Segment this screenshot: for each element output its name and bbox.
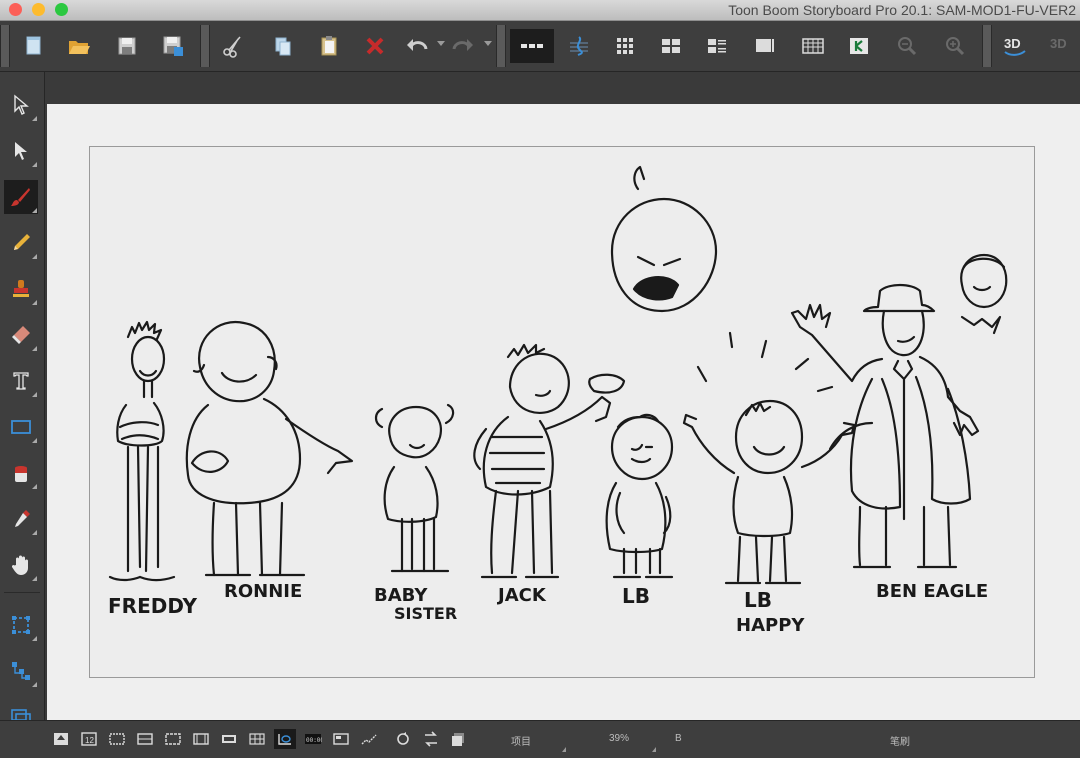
- label-lb-happy-line2: HAPPY: [736, 615, 805, 636]
- redo-dropdown[interactable]: [484, 41, 492, 46]
- character-lb-happy: [682, 331, 856, 585]
- 3d-secondary-icon[interactable]: 3D: [1044, 29, 1078, 63]
- minimize-window-button[interactable]: [32, 3, 45, 16]
- square-grid-icon[interactable]: [162, 729, 184, 749]
- toolbar-separator: [200, 25, 210, 67]
- character-freddy: [108, 320, 176, 582]
- scene-tool-icon[interactable]: [4, 654, 38, 688]
- tools-separator: [4, 592, 40, 593]
- character-jack: [473, 343, 626, 579]
- character-baby-sister: [374, 403, 455, 573]
- reset-view-icon[interactable]: [50, 729, 72, 749]
- copy-icon[interactable]: [266, 29, 300, 63]
- label-jack: JACK: [496, 585, 547, 606]
- zoom-window-button[interactable]: [55, 3, 68, 16]
- paste-icon[interactable]: [312, 29, 346, 63]
- field-guide-icon[interactable]: 12: [78, 729, 100, 749]
- svg-text:00:00: 00:00: [306, 737, 322, 744]
- cutter-tool-icon[interactable]: [4, 608, 38, 642]
- character-ben-eagle: [790, 283, 980, 569]
- storyboard-drawing: FREDDY RONNIE BABY SISTER JACK LB LB HAP…: [108, 165, 1008, 636]
- toolbar-separator: [982, 25, 992, 67]
- undo-dropdown[interactable]: [437, 41, 445, 46]
- save-icon[interactable]: [110, 29, 144, 63]
- rectangle-tool-icon[interactable]: [4, 410, 38, 444]
- title-safe-icon[interactable]: [218, 729, 240, 749]
- zoom-out-icon[interactable]: [890, 29, 924, 63]
- delete-icon[interactable]: [358, 29, 392, 63]
- stage-view-icon[interactable]: [748, 29, 782, 63]
- audio-icon[interactable]: [562, 29, 596, 63]
- character-ronnie: [185, 320, 354, 577]
- quality-icon[interactable]: [448, 729, 470, 749]
- panel-view-icon[interactable]: [654, 29, 688, 63]
- undo-icon[interactable]: [400, 29, 434, 63]
- label-ben-eagle: BEN EAGLE: [876, 581, 988, 602]
- eraser-tool-icon[interactable]: [4, 318, 38, 352]
- thumbnails-icon[interactable]: [608, 29, 642, 63]
- main-toolbar: 3D 3D: [0, 21, 1080, 72]
- stamp-tool-icon[interactable]: [4, 272, 38, 306]
- save-as-icon[interactable]: [156, 29, 190, 63]
- pencil-tool-icon[interactable]: [4, 226, 38, 260]
- label-lb-happy-line1: LB: [744, 588, 772, 612]
- cut-icon[interactable]: [216, 29, 250, 63]
- keyframe-icon[interactable]: [842, 29, 876, 63]
- timecode-icon[interactable]: 00:00: [302, 729, 324, 749]
- stage-view[interactable]: FREDDY RONNIE BABY SISTER JACK LB LB HAP…: [47, 104, 1080, 720]
- hand-tool-icon[interactable]: [4, 548, 38, 582]
- view-header: [45, 72, 1080, 104]
- item-dropdown[interactable]: [562, 747, 566, 752]
- label-freddy: FREDDY: [108, 594, 197, 618]
- transform-tool-icon[interactable]: [4, 134, 38, 168]
- toolbar-separator: [496, 25, 506, 67]
- safe-area-icon[interactable]: [106, 729, 128, 749]
- zoom-level[interactable]: 39%: [609, 733, 629, 744]
- page-view-icon[interactable]: [700, 29, 734, 63]
- small-head-sketch: [960, 253, 1008, 335]
- angry-head-sketch: [610, 165, 718, 313]
- toolbar-grip[interactable]: [0, 25, 10, 67]
- stage-status-bar: 12 00:00 项目 39% B 笔刷: [0, 720, 1080, 758]
- item-label: 项目: [511, 737, 531, 748]
- 3d-secondary-label: 3D: [1050, 36, 1067, 51]
- select-tool-icon[interactable]: [4, 88, 38, 122]
- label-sister: SISTER: [394, 604, 457, 623]
- label-lb: LB: [622, 584, 650, 608]
- label-ronnie: RONNIE: [224, 581, 302, 602]
- dropper-tool-icon[interactable]: [4, 502, 38, 536]
- new-project-icon[interactable]: [16, 29, 50, 63]
- text-tool-icon[interactable]: [4, 364, 38, 398]
- open-project-icon[interactable]: [62, 29, 96, 63]
- b-label: B: [675, 733, 682, 744]
- brush-tool-icon[interactable]: [4, 180, 38, 214]
- zoom-dropdown[interactable]: [652, 747, 656, 752]
- rotate-view-icon[interactable]: [392, 729, 414, 749]
- close-window-button[interactable]: [9, 3, 22, 16]
- redo-icon[interactable]: [446, 29, 480, 63]
- character-lb: [605, 413, 674, 579]
- camera-frame[interactable]: FREDDY RONNIE BABY SISTER JACK LB LB HAP…: [89, 146, 1035, 678]
- camera-mask-icon[interactable]: [330, 729, 352, 749]
- overscan-icon[interactable]: [190, 729, 212, 749]
- sheet-view-icon[interactable]: [796, 29, 830, 63]
- table-grid-icon[interactable]: [246, 729, 268, 749]
- grid-icon[interactable]: [134, 729, 156, 749]
- svg-text:12: 12: [85, 736, 94, 745]
- window-title: Toon Boom Storyboard Pro 20.1: SAM-MOD1-…: [728, 2, 1076, 18]
- title-bar: Toon Boom Storyboard Pro 20.1: SAM-MOD1-…: [0, 0, 1080, 21]
- flip-view-icon[interactable]: [420, 729, 442, 749]
- label-baby: BABY: [374, 585, 428, 606]
- tools-toolbar: [0, 72, 45, 725]
- 3d-label: 3D: [1004, 36, 1021, 51]
- paint-tool-icon[interactable]: [4, 456, 38, 490]
- brush-label: 笔刷: [890, 737, 910, 748]
- timeline-view-icon[interactable]: [510, 29, 554, 63]
- motion-path-icon[interactable]: [358, 729, 380, 749]
- onion-skin-icon[interactable]: [274, 729, 296, 749]
- 3d-icon[interactable]: 3D: [998, 29, 1032, 63]
- zoom-in-icon[interactable]: [938, 29, 972, 63]
